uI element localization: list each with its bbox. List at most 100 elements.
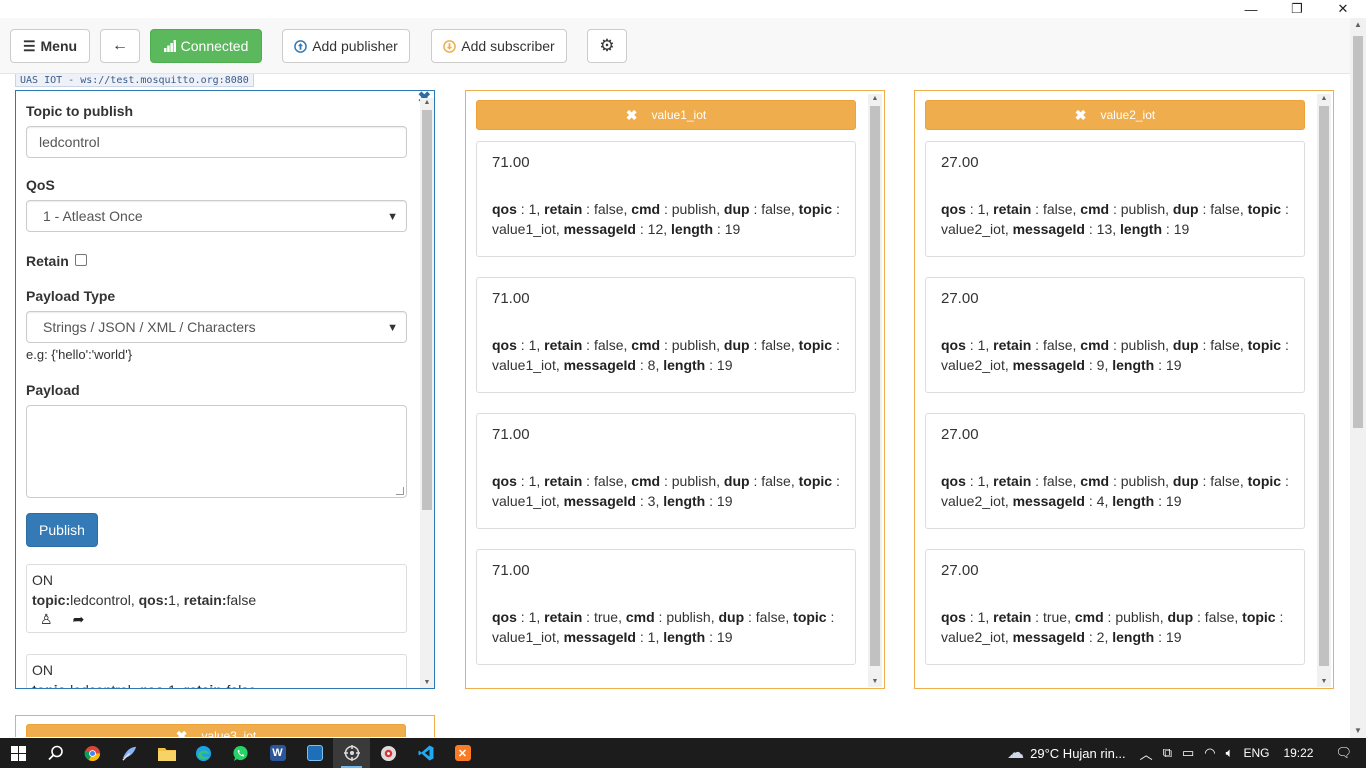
add-publisher-button[interactable]: Add publisher xyxy=(282,29,410,63)
menu-button[interactable]: ☰ Menu xyxy=(10,29,90,63)
meet-now-icon[interactable]: ⧉ xyxy=(1163,745,1172,761)
publisher-panel: ✖ Topic to publish ledcontrol QoS 1 - At… xyxy=(15,90,435,689)
connection-info: UAS IOT - ws://test.mosquitto.org:8080 xyxy=(15,74,254,87)
menu-label: Menu xyxy=(40,38,78,54)
message-card: 27.00 qos : 1, retain : false, cmd : pub… xyxy=(925,277,1305,393)
subscriber-header: ✖ value1_iot xyxy=(476,100,856,130)
upload-circle-icon xyxy=(294,39,308,53)
page-scrollbar[interactable]: ▲ ▼ xyxy=(1350,18,1366,738)
wifi-icon[interactable]: ◠ xyxy=(1204,745,1215,761)
weather-cloud-icon[interactable]: ☁ xyxy=(1007,743,1024,763)
scrollbar-thumb[interactable] xyxy=(1319,106,1329,666)
payload-hint: e.g: {'hello':'world'} xyxy=(26,347,133,362)
signal-icon xyxy=(163,40,176,52)
volume-icon[interactable]: 🔈︎ xyxy=(1226,745,1234,761)
subscriber-scrollbar[interactable]: ▲ ▼ xyxy=(868,94,882,687)
add-subscriber-button[interactable]: Add subscriber xyxy=(431,29,567,63)
language-indicator[interactable]: ENG xyxy=(1243,746,1269,760)
scroll-down-icon[interactable]: ▼ xyxy=(1350,724,1366,738)
message-meta: qos : 1, retain : true, cmd : publish, d… xyxy=(492,609,835,645)
close-icon[interactable]: ✖ xyxy=(1075,107,1087,124)
subscriber-panel: ✖ value3_iot xyxy=(15,715,435,737)
resize-handle-icon[interactable] xyxy=(396,487,404,495)
vscode-icon[interactable] xyxy=(407,738,444,768)
scrollbar-thumb[interactable] xyxy=(1353,36,1363,428)
subscriber-header: ✖ value2_iot xyxy=(925,100,1305,130)
chevron-up-icon[interactable]: ︿ xyxy=(1140,744,1153,763)
xampp-icon[interactable]: ✕ xyxy=(444,738,481,768)
notification-icon[interactable]: 🗨︎ xyxy=(1335,745,1352,761)
subscriber-topic: value2_iot xyxy=(1100,108,1156,122)
message-card: 71.00 qos : 1, retain : true, cmd : publ… xyxy=(476,549,856,665)
subscriber-panel: ✖ value1_iot 71.00 qos : 1, retain : fal… xyxy=(465,90,885,689)
message-value: 71.00 xyxy=(492,562,530,579)
settings-button[interactable]: ⚙ xyxy=(587,29,627,63)
file-explorer-icon[interactable] xyxy=(148,738,185,768)
qos-select[interactable]: 1 - Atleast Once ▼ xyxy=(26,200,407,232)
message-value: 71.00 xyxy=(492,290,530,307)
close-icon[interactable]: ✖ xyxy=(626,107,638,124)
add-subscriber-label: Add subscriber xyxy=(461,38,555,54)
message-value: 71.00 xyxy=(492,426,530,443)
word-icon[interactable]: W xyxy=(259,738,296,768)
subscriber-header: ✖ value3_iot xyxy=(26,724,406,737)
scroll-down-icon[interactable]: ▼ xyxy=(868,677,882,687)
scroll-up-icon[interactable]: ▲ xyxy=(1317,94,1331,104)
mqtt-app-icon[interactable] xyxy=(333,738,370,768)
share-icon[interactable]: ➦ xyxy=(73,610,85,628)
stamp-icon[interactable]: ♙ xyxy=(40,610,53,628)
clock[interactable]: 19:22 xyxy=(1283,746,1313,760)
terminal-app-icon[interactable] xyxy=(296,738,333,768)
battery-icon[interactable]: ▭ xyxy=(1182,745,1194,761)
retain-checkbox[interactable] xyxy=(75,254,87,266)
close-window-button[interactable]: ✕ xyxy=(1320,0,1366,18)
chrome-icon[interactable] xyxy=(74,738,111,768)
restore-button[interactable]: ❐ xyxy=(1274,0,1320,18)
topic-input[interactable]: ledcontrol xyxy=(26,126,407,158)
whatsapp-icon[interactable] xyxy=(222,738,259,768)
qos-selected-value: 1 - Atleast Once xyxy=(43,208,143,224)
arrow-left-icon: ← xyxy=(112,37,128,54)
system-tray: ☁ 29°C Hujan rin... ︿ ⧉ ▭ ◠ 🔈︎ ENG 19:22… xyxy=(1007,738,1366,768)
message-value: 71.00 xyxy=(492,154,530,171)
history-item: ON topic:ledcontrol, qos:1, retain:false… xyxy=(26,564,407,633)
publisher-scrollbar[interactable]: ▲ ▼ xyxy=(420,98,434,688)
edge-icon[interactable] xyxy=(185,738,222,768)
close-icon[interactable]: ✖ xyxy=(176,728,188,738)
message-value: 27.00 xyxy=(941,290,979,307)
message-card: 71.00 qos : 1, retain : false, cmd : pub… xyxy=(476,277,856,393)
search-icon[interactable] xyxy=(37,738,74,768)
payload-type-select[interactable]: Strings / JSON / XML / Characters ▼ xyxy=(26,311,407,343)
minimize-button[interactable]: — xyxy=(1228,0,1274,18)
add-publisher-label: Add publisher xyxy=(312,38,398,54)
message-meta: qos : 1, retain : false, cmd : publish, … xyxy=(941,473,1289,509)
payload-type-label: Payload Type xyxy=(26,288,116,304)
chevron-down-icon: ▼ xyxy=(387,322,398,334)
connected-button[interactable]: Connected xyxy=(150,29,262,63)
message-meta: qos : 1, retain : true, cmd : publish, d… xyxy=(941,609,1284,645)
scrollbar-thumb[interactable] xyxy=(870,106,880,666)
scroll-up-icon[interactable]: ▲ xyxy=(420,98,434,108)
scrollbar-thumb[interactable] xyxy=(422,110,432,510)
message-card: 71.00 qos : 1, retain : false, cmd : pub… xyxy=(476,141,856,257)
weather-text[interactable]: 29°C Hujan rin... xyxy=(1030,746,1126,761)
scroll-down-icon[interactable]: ▼ xyxy=(1317,677,1331,687)
scroll-down-icon[interactable]: ▼ xyxy=(420,678,434,688)
windows-start-icon[interactable] xyxy=(0,738,37,768)
subscriber-scrollbar[interactable]: ▲ ▼ xyxy=(1317,94,1331,687)
history-meta: topic:ledcontrol, qos:1, retain:false xyxy=(32,680,401,688)
message-card: 27.00 qos : 1, retain : false, cmd : pub… xyxy=(925,141,1305,257)
subscriber-topic: value3_iot xyxy=(201,729,257,737)
publish-button[interactable]: Publish xyxy=(26,513,98,547)
connected-label: Connected xyxy=(180,38,249,54)
back-button[interactable]: ← xyxy=(100,29,140,63)
download-circle-icon xyxy=(443,39,457,53)
payload-textarea[interactable] xyxy=(26,405,407,498)
scroll-up-icon[interactable]: ▲ xyxy=(868,94,882,104)
message-card: 71.00 qos : 1, retain : false, cmd : pub… xyxy=(476,413,856,529)
history-item: ON topic:ledcontrol, qos:1, retain:false xyxy=(26,654,407,688)
feather-app-icon[interactable] xyxy=(111,738,148,768)
scroll-up-icon[interactable]: ▲ xyxy=(1350,18,1366,32)
toolbar: ☰ Menu ← Connected Add publisher Add sub… xyxy=(0,18,1350,74)
media-app-icon[interactable] xyxy=(370,738,407,768)
